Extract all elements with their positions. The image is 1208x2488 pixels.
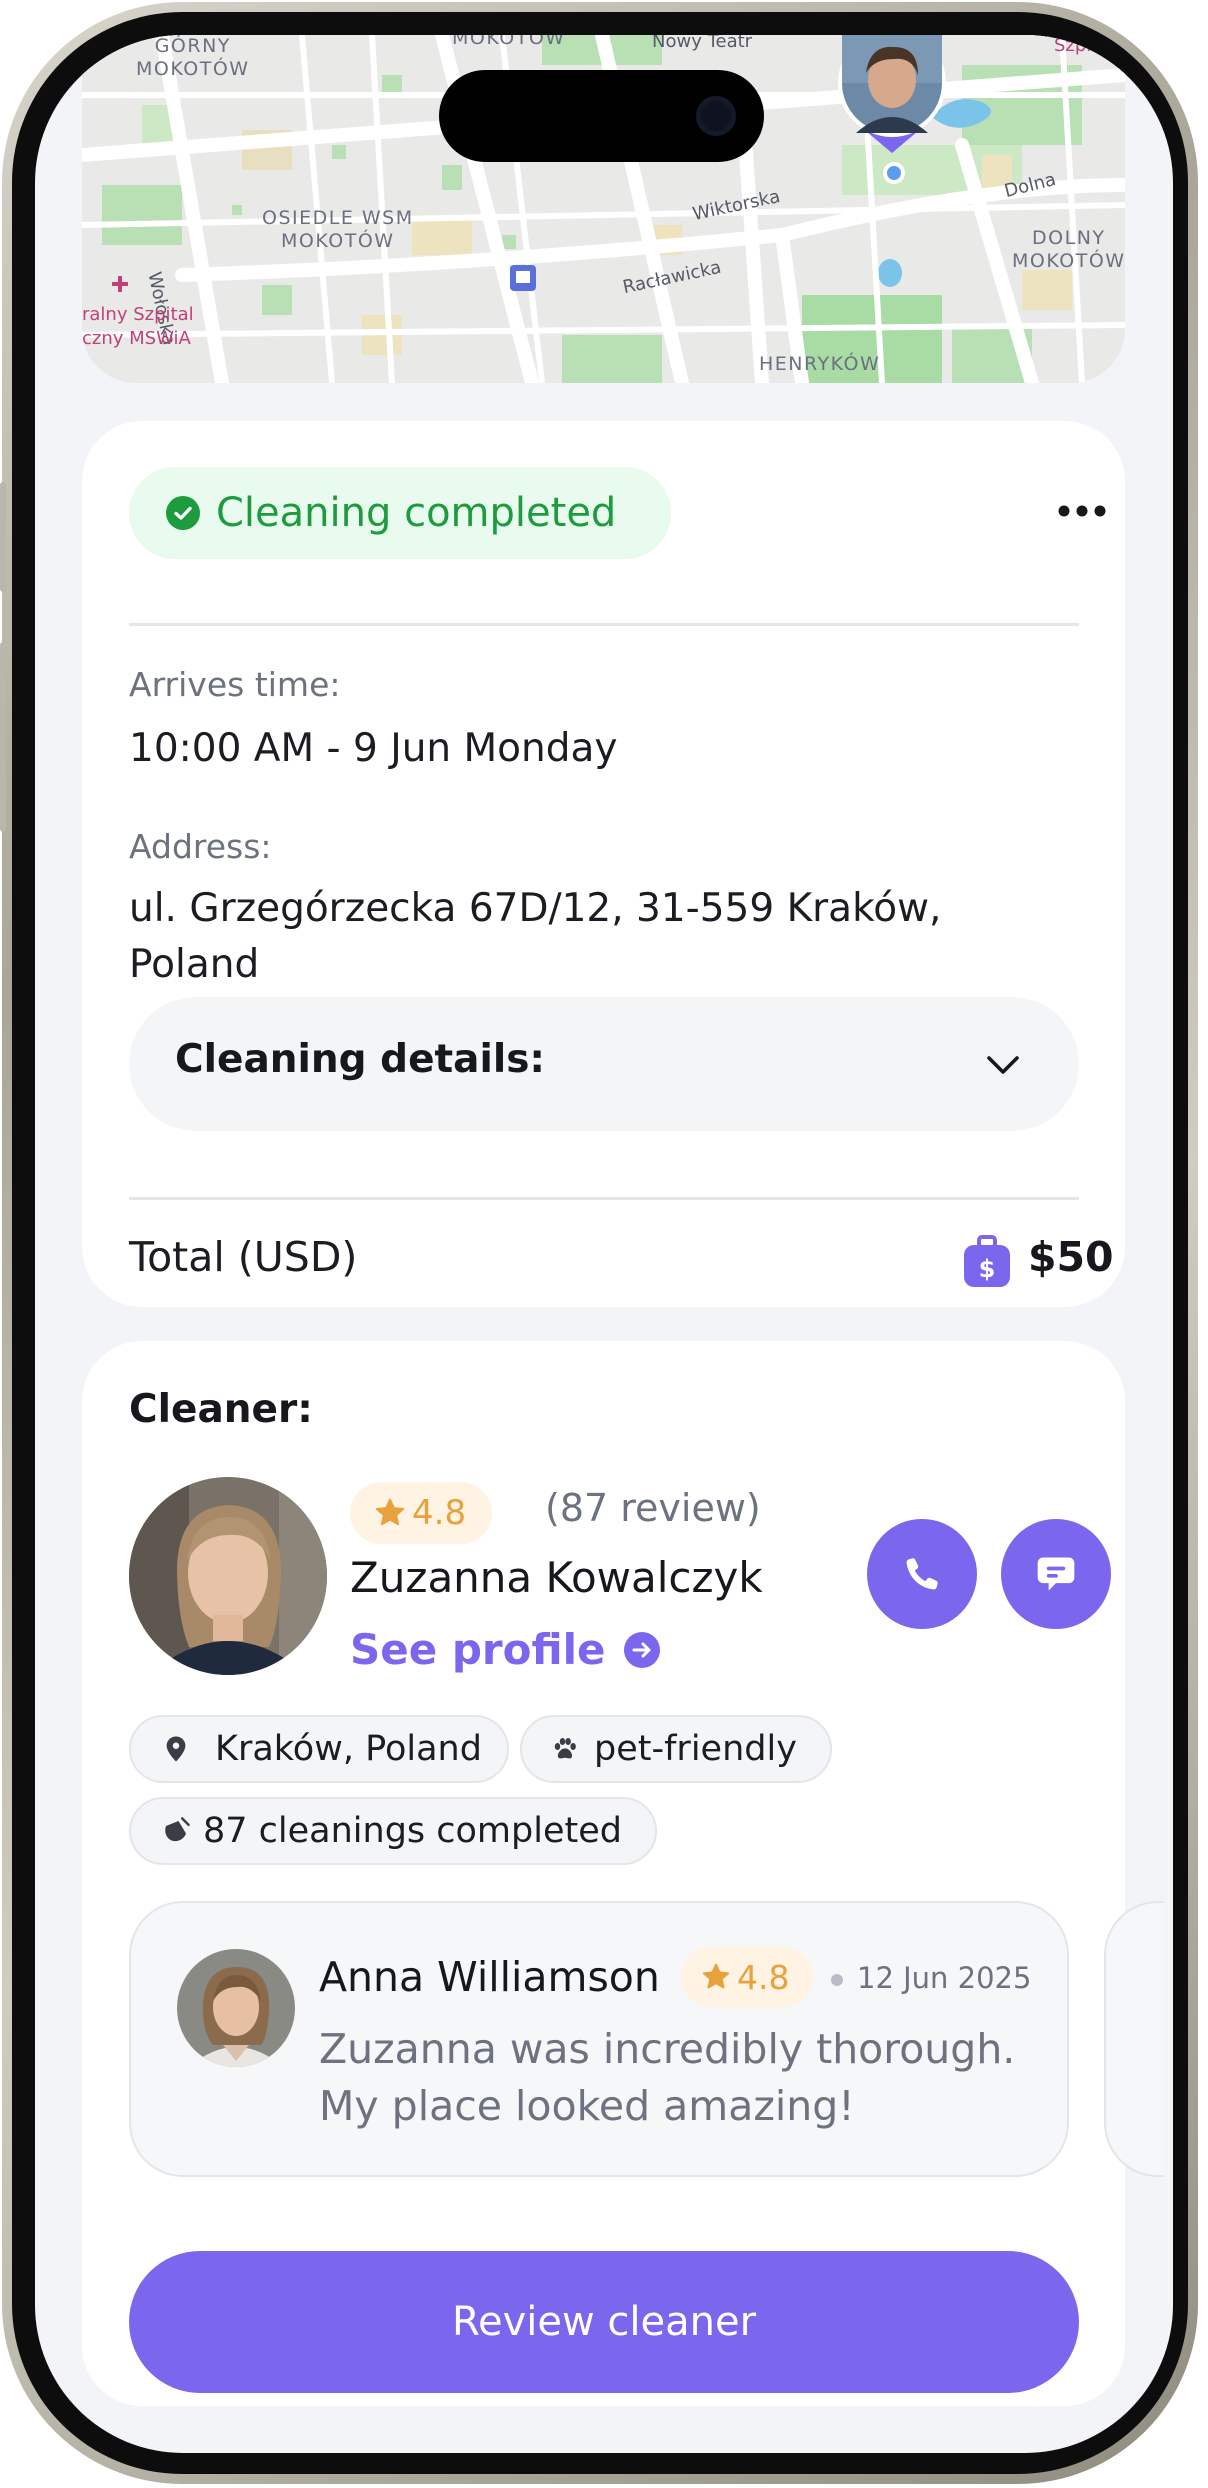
map-label-osiedle-wsm: OSIEDLE WSM MOKOTÓW [262,207,414,252]
map-label-dolny-mokotow: DOLNY MOKOTÓW [1012,227,1125,272]
arrives-time-value: 10:00 AM - 9 Jun Monday [129,726,618,771]
message-button[interactable] [1001,1519,1111,1629]
chevron-down-icon [987,1056,1019,1074]
cleaner-avatar[interactable] [129,1477,327,1675]
svg-text:$: $ [979,1255,996,1283]
reviews-count: (87 review) [545,1486,761,1530]
cleanings-completed-chip: 87 cleanings completed [129,1797,657,1865]
cleaning-details-label: Cleaning details: [175,1037,546,1082]
cleaning-badge-icon [165,1817,190,1842]
map-label-henrykow: HENRYKÓW [759,353,881,375]
cleaner-section-title: Cleaner: [129,1387,313,1432]
divider [129,1197,1079,1200]
side-button [0,642,6,832]
total-label: Total (USD) [129,1233,358,1281]
cleaner-card: Cleaner: 4.8 (87 review) Zuzanna Kowalcz… [82,1341,1164,2406]
money-bag-icon: $ [964,1235,1010,1287]
call-button[interactable] [867,1519,977,1629]
see-profile-link[interactable]: See profile [350,1625,660,1674]
cleanings-completed-label: 87 cleanings completed [203,1811,622,1851]
rating-value: 4.8 [412,1493,467,1533]
rating-badge: 4.8 [350,1482,492,1544]
order-card: Cleaning completed Arrives time: 10:00 A… [82,421,1125,1307]
cleaner-name: Zuzanna Kowalczyk [350,1553,763,1602]
reviewer-name: Anna Williamson [319,1953,660,2001]
side-button [0,482,6,592]
address-label: Address: [129,827,272,866]
review-rating-badge: 4.8 [681,1947,813,2007]
review-date: 12 Jun 2025 [857,1961,1032,1995]
star-icon [375,1498,405,1526]
total-amount: $50 [1028,1233,1114,1281]
pet-friendly-chip-label: pet-friendly [594,1729,797,1769]
status-text: Cleaning completed [216,490,617,536]
next-review-card-peek[interactable] [1104,1901,1164,2177]
map-label-gorny-mokotow: GÓRNY MOKOTÓW [136,35,250,80]
reviewer-avatar [177,1949,295,2067]
more-options-icon[interactable] [1054,493,1110,529]
map-label-mokotow: MOKOTÓW [452,35,566,49]
review-rating-value: 4.8 [737,1957,790,1997]
address-value: ul. Grzegórzecka 67D/12, 31-559 Kraków, … [129,886,942,987]
cleaner-location-avatar-pin[interactable] [834,35,950,161]
review-card[interactable]: Anna Williamson 4.8 12 Jun 2025 Zuzanna … [129,1901,1069,2177]
check-circle-icon [166,496,200,530]
location-chip: Kraków, Poland [129,1715,509,1783]
map-label-szpital: Szpital [1054,35,1115,56]
location-pin-icon [166,1736,186,1762]
app-screen: GÓRNY MOKOTÓW MOKOTÓW OSIEDLE WSM MOKOTÓ… [35,35,1173,2453]
front-camera [696,96,736,136]
dynamic-island [439,70,764,162]
location-chip-label: Kraków, Poland [215,1729,482,1769]
review-cleaner-button[interactable]: Review cleaner [129,2251,1079,2393]
phone-icon [906,1558,938,1590]
star-icon [702,1963,730,1989]
status-badge: Cleaning completed [129,467,671,559]
paw-icon [554,1738,576,1759]
pet-friendly-chip: pet-friendly [520,1715,832,1783]
map-label-hospital: ralny Szpital czny MSWiA [82,304,194,349]
chat-icon [1037,1557,1075,1591]
arrow-right-circle-icon [623,1631,660,1668]
divider [129,623,1079,626]
see-profile-label: See profile [350,1625,606,1674]
separator-dot [831,1974,843,1986]
map-street-nowy-teatr: Nowy Teatr [652,35,753,52]
review-text: Zuzanna was incredibly thorough. My plac… [319,2025,1016,2130]
arrives-time-label: Arrives time: [129,665,341,704]
location-dot [883,162,905,184]
cleaning-details-dropdown[interactable]: Cleaning details: [129,997,1079,1131]
